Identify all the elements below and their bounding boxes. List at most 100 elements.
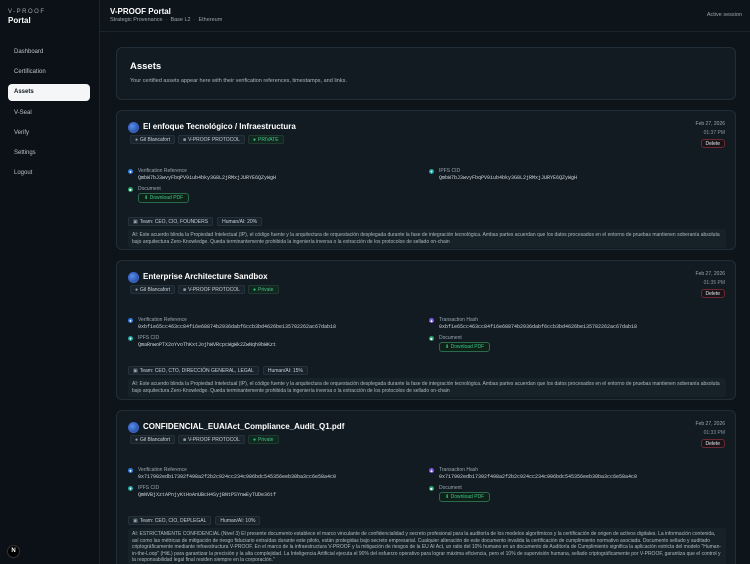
verification-value[interactable]: 0x717902edb17392f498a2f2b2c924cc234c906b…	[138, 474, 336, 480]
document-label: Document	[439, 335, 462, 341]
asset-meta: ▣ Team: CEO, CIO, DEPLEGAL Human/AI: 10%	[128, 516, 261, 525]
breadcrumb-item: Ethereum	[198, 17, 223, 23]
protocol-badge: ■ V-PROOF PROTOCOL	[178, 135, 245, 144]
sidebar-item-v-seal[interactable]: V-Seal	[8, 105, 90, 122]
asset-date: Feb 27, 2026	[695, 271, 725, 277]
delete-button[interactable]: Delete	[700, 439, 725, 448]
breadcrumb-item: Base L2	[170, 17, 191, 23]
ipfs-label: IPFS CID	[439, 168, 461, 174]
assets-subtitle: Your certified assets appear here with t…	[130, 78, 347, 84]
protocol-name: V-PROOF PROTOCOL	[188, 137, 240, 143]
visibility-badge: ● PRIVATE	[247, 135, 284, 144]
asset-meta: ▣ Team: CEO, CTO, DIRECCIÓN GENERAL, LEGA…	[128, 366, 308, 375]
visibility-badge: ● Private	[247, 435, 279, 444]
download-pdf-button[interactable]: ⬇ Download PDF	[138, 193, 190, 203]
owner-name: Gil Blancafort	[140, 137, 171, 143]
protocol-badge: ■ V-PROOF PROTOCOL	[178, 285, 245, 294]
ipfs-icon: ▼	[128, 486, 133, 491]
header: V-PROOF Portal Strategic Provenance · Base…	[100, 0, 750, 32]
asset-card: CONFIDENCIAL_EUAIAct_Compliance_Audit_Q1…	[116, 410, 736, 564]
transaction-icon: ▲	[429, 318, 434, 323]
asset-time: 01:37 PM	[703, 130, 725, 136]
sidebar: V-PROOF Portal Dashboard Certification A…	[0, 0, 100, 564]
document-label: Document	[138, 186, 161, 192]
asset-title: CONFIDENCIAL_EUAIAct_Compliance_Audit_Q1…	[143, 422, 345, 431]
document-icon: ■	[128, 187, 133, 192]
main-content: Assets Your certified assets appear here…	[100, 32, 750, 564]
ipfs-icon: ▼	[429, 169, 434, 174]
asset-date: Feb 27, 2026	[695, 121, 725, 127]
asset-globe-icon	[128, 422, 139, 433]
breadcrumb-separator: ·	[165, 17, 168, 23]
asset-chips: ● Gil Blancafort ■ V-PROOF PROTOCOL ● PRIVA…	[130, 135, 284, 144]
visibility-label: Private	[257, 437, 274, 443]
asset-date: Feb 27, 2026	[695, 421, 725, 427]
delete-button[interactable]: Delete	[700, 289, 725, 298]
ipfs-icon: ▼	[128, 336, 133, 341]
asset-title: Enterprise Architecture Sandbox	[143, 272, 268, 281]
team-label: Team: CEO, CTO, DIRECCIÓN GENERAL, LEGAL	[139, 368, 254, 374]
asset-title: El enfoque Tecnológico / Infraestructura	[143, 122, 296, 131]
user-icon: ●	[135, 137, 139, 143]
ratio-badge: Human/AI: 10%	[215, 516, 261, 525]
status-dot-icon: ●	[252, 437, 256, 443]
team-icon: ▣	[133, 368, 138, 374]
visibility-label: PRIVATE	[257, 137, 279, 143]
status-dot-icon: ●	[252, 287, 256, 293]
owner-name: Gil Blancafort	[140, 287, 171, 293]
asset-chips: ● Gil Blancafort ■ V-PROOF PROTOCOL ● Priva…	[130, 285, 279, 294]
asset-time: 01:33 PM	[703, 430, 725, 436]
sidebar-item-verify[interactable]: Verify	[8, 125, 90, 142]
team-icon: ▣	[133, 219, 138, 225]
owner-badge: ● Gil Blancafort	[130, 285, 176, 294]
ai-note: AI: Este acuerdo blinda la Propiedad Int…	[128, 378, 726, 398]
asset-chips: ● Gil Blancafort ■ V-PROOF PROTOCOL ● Priva…	[130, 435, 279, 444]
download-pdf-button[interactable]: ⬇ Download PDF	[439, 492, 491, 502]
tx-label: Transaction Hash	[439, 317, 478, 323]
tx-label: Transaction Hash	[439, 467, 478, 473]
verification-value[interactable]: QmbW7bJ3wvyFbqPV9iub4bky3G8L2jRMxjJURYE6…	[138, 175, 276, 181]
ipfs-value[interactable]: QmNVBjXztAPnjyKtHoAnUBcH4SyjBNtPSYnwEyTU…	[138, 492, 276, 498]
protocol-name: V-PROOF PROTOCOL	[188, 437, 240, 443]
avatar[interactable]: N	[7, 545, 20, 558]
sidebar-item-settings[interactable]: Settings	[8, 145, 90, 162]
ratio-badge: Human/AI: 15%	[262, 366, 308, 375]
status-dot-icon: ●	[252, 137, 256, 143]
ipfs-label: IPFS CID	[138, 335, 160, 341]
assets-header-panel: Assets Your certified assets appear here…	[116, 47, 736, 100]
owner-name: Gil Blancafort	[140, 437, 171, 443]
brand-name: Portal	[8, 16, 31, 25]
team-icon: ▣	[133, 518, 138, 524]
transaction-icon: ▲	[429, 468, 434, 473]
sidebar-item-dashboard[interactable]: Dashboard	[8, 44, 90, 61]
document-icon: ■	[429, 336, 434, 341]
team-badge: ▣ Team: CEO, CTO, DIRECCIÓN GENERAL, LEGA…	[128, 366, 259, 375]
ai-note: AI: Este acuerdo blinda la Propiedad Int…	[128, 229, 726, 249]
breadcrumb-item: Strategic Provenance	[110, 17, 163, 23]
delete-button[interactable]: Delete	[700, 139, 725, 148]
ipfs-value[interactable]: QmaRnwoPTX2oYvoThKxtJojhWVRcpcWgWk2ZwNqh…	[138, 342, 276, 348]
bookmark-icon: ■	[183, 437, 187, 443]
owner-badge: ● Gil Blancafort	[130, 435, 176, 444]
sidebar-nav: Dashboard Certification Assets V-Seal Ve…	[8, 44, 90, 185]
ratio-badge: Human/AI: 20%	[217, 217, 263, 226]
assets-title: Assets	[130, 61, 162, 72]
download-label: Download PDF	[450, 344, 485, 350]
page-title: V-PROOF Portal	[110, 7, 171, 16]
owner-badge: ● Gil Blancafort	[130, 135, 176, 144]
download-label: Download PDF	[149, 195, 184, 201]
tx-value[interactable]: 0x717902edb17392f498a2f2b2c924cc234c906b…	[439, 474, 637, 480]
sidebar-item-assets[interactable]: Assets	[8, 84, 90, 102]
ipfs-value[interactable]: QmbW7bJ3wvyFbqPV9iub4bky3G8L2jRMxjJURYE6…	[439, 175, 577, 181]
tx-value[interactable]: 0xbf1e65cc463cc84f16e68874b2936dabf6ccb3…	[439, 324, 637, 330]
sidebar-item-logout[interactable]: Logout	[8, 165, 90, 182]
sidebar-item-certification[interactable]: Certification	[8, 64, 90, 81]
visibility-badge: ● Private	[247, 285, 279, 294]
download-pdf-button[interactable]: ⬇ Download PDF	[439, 342, 491, 352]
verification-icon: ●	[128, 318, 133, 323]
team-badge: ▣ Team: CEO, CIO, FOUNDERS	[128, 217, 214, 226]
asset-meta: ▣ Team: CEO, CIO, FOUNDERS Human/AI: 20%	[128, 217, 263, 226]
asset-globe-icon	[128, 122, 139, 133]
asset-card: Enterprise Architecture Sandbox ● Gil Bla…	[116, 260, 736, 400]
verification-value[interactable]: 0xbf1e65cc463cc84f16e68874b2936dabf6ccb3…	[138, 324, 336, 330]
